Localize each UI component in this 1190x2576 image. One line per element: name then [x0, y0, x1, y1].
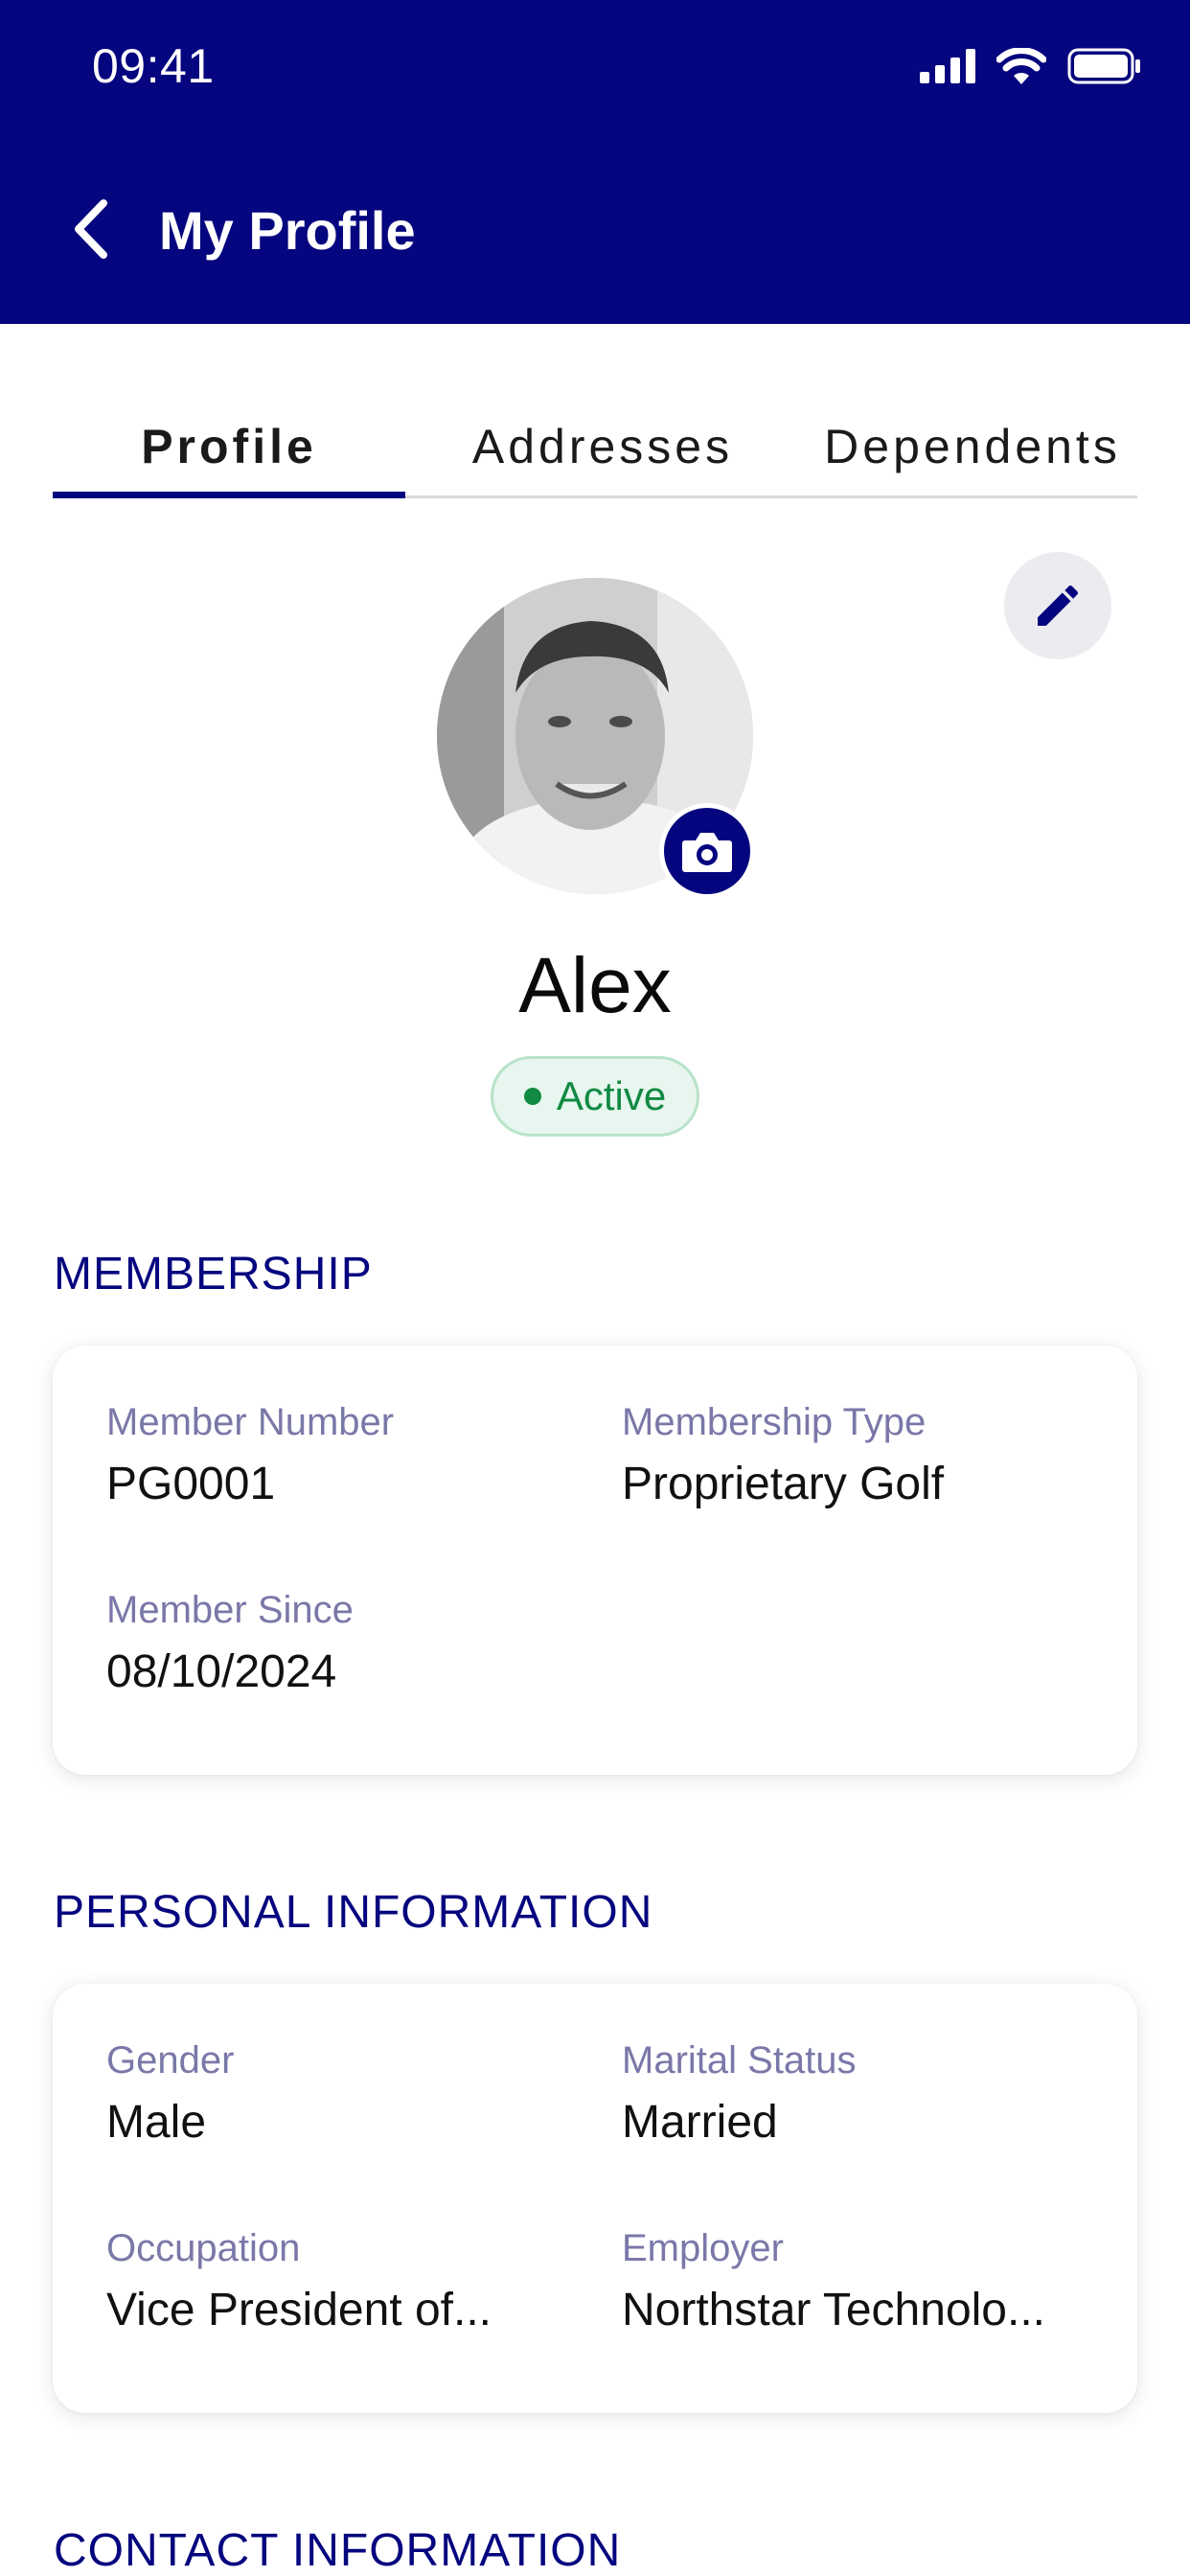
- change-photo-button[interactable]: [659, 803, 755, 899]
- app-header: 09:41 My Profile: [0, 0, 1190, 324]
- field-label: Member Since: [106, 1589, 354, 1631]
- member-number-field: Member Number PG0001: [106, 1401, 394, 1510]
- contact-section-title: CONTACT INFORMATION: [54, 2525, 622, 2576]
- field-label: Occupation: [106, 2227, 301, 2269]
- back-button[interactable]: [63, 196, 121, 263]
- tab-addresses[interactable]: Addresses: [421, 404, 785, 489]
- status-icons: [920, 48, 1142, 84]
- field-value: Proprietary Golf: [622, 1459, 945, 1509]
- field-value: Married: [622, 2097, 778, 2148]
- status-label: Active: [556, 1073, 667, 1118]
- battery-icon: [1067, 48, 1140, 84]
- field-label: Employer: [622, 2227, 784, 2269]
- field-label: Membership Type: [622, 1401, 927, 1443]
- status-time: 09:41: [92, 39, 215, 93]
- field-value: Male: [106, 2097, 207, 2148]
- membership-section-title: MEMBERSHIP: [54, 1249, 373, 1300]
- field-value: Northstar Technolo...: [622, 2285, 1046, 2335]
- field-label: Gender: [106, 2039, 235, 2082]
- gender-field: Gender Male: [106, 2039, 234, 2149]
- profile-name: Alex: [518, 942, 672, 1029]
- field-label: Member Number: [106, 1401, 395, 1443]
- active-tab-indicator: [53, 492, 405, 498]
- edit-profile-button[interactable]: [1004, 552, 1111, 659]
- field-value: 08/10/2024: [106, 1646, 337, 1697]
- status-badge: Active: [491, 1056, 699, 1137]
- edit-pencil-icon: [1038, 585, 1079, 626]
- status-dot: [523, 1088, 541, 1105]
- tab-dependents[interactable]: Dependents: [790, 404, 1155, 489]
- camera-icon: [682, 833, 732, 872]
- employer-field: Employer Northstar Technolo...: [622, 2227, 1045, 2336]
- field-label: Marital Status: [622, 2039, 857, 2082]
- page-title: My Profile: [159, 200, 416, 261]
- signal-icon: [920, 49, 975, 83]
- membership-card: Member Number PG0001 Membership Type Pro…: [53, 1346, 1137, 1775]
- field-value: PG0001: [106, 1459, 276, 1509]
- member-since-field: Member Since 08/10/2024: [106, 1589, 354, 1698]
- wifi-icon: [996, 48, 1046, 84]
- occupation-field: Occupation Vice President of...: [106, 2227, 492, 2336]
- tab-profile[interactable]: Profile: [53, 404, 405, 489]
- marital-status-field: Marital Status Married: [622, 2039, 857, 2149]
- personal-section-title: PERSONAL INFORMATION: [54, 1887, 653, 1938]
- back-chevron-icon: [75, 199, 107, 259]
- membership-type-field: Membership Type Proprietary Golf: [622, 1401, 944, 1510]
- field-value: Vice President of...: [106, 2285, 492, 2335]
- tab-bar: Profile Addresses Dependents: [53, 395, 1137, 498]
- personal-info-card: Gender Male Marital Status Married Occup…: [53, 1984, 1137, 2413]
